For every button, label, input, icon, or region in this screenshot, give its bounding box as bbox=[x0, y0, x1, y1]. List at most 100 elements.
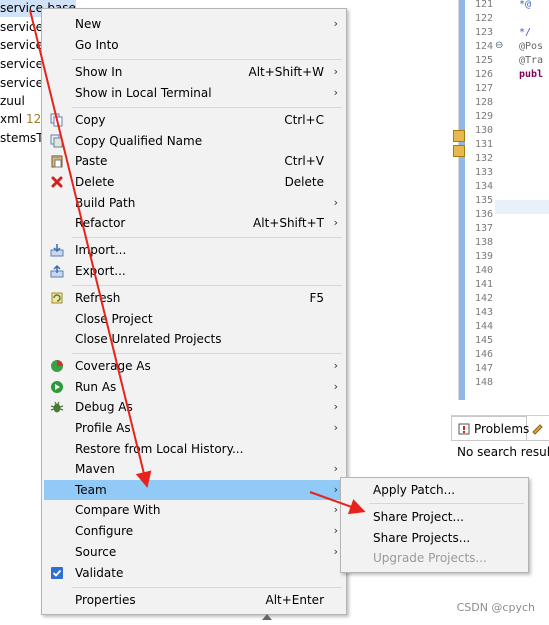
line-number: 145 bbox=[474, 335, 493, 346]
fold-collapse-icon[interactable]: ⊖ bbox=[495, 40, 503, 51]
submenu-arrow-icon: › bbox=[333, 400, 338, 413]
submenu-arrow-icon: › bbox=[333, 524, 338, 537]
menu-item-label: Compare With bbox=[75, 503, 161, 517]
line-number: 144 bbox=[474, 321, 493, 332]
menu-item-import[interactable]: Import... bbox=[44, 240, 344, 260]
context-menu: New › Go Into Show In Alt+Shift+W › Show… bbox=[41, 8, 347, 615]
submenu-arrow-icon: › bbox=[333, 65, 338, 78]
menu-item-label: Source bbox=[75, 545, 117, 559]
tree-item-zuul[interactable]: zuul bbox=[0, 92, 25, 110]
line-number: 131 bbox=[474, 139, 493, 150]
menu-item-show-in[interactable]: Show In Alt+Shift+W › bbox=[44, 62, 344, 82]
menu-item-export[interactable]: Export... bbox=[44, 261, 344, 281]
menu-item-configure[interactable]: Configure › bbox=[44, 521, 344, 541]
menu-item-label: Coverage As bbox=[75, 359, 151, 373]
menu-scroll-down-icon[interactable] bbox=[262, 614, 272, 620]
menu-separator bbox=[72, 587, 342, 588]
menu-item-coverage-as[interactable]: Coverage As › bbox=[44, 356, 344, 376]
menu-item-build-path[interactable]: Build Path › bbox=[44, 193, 344, 213]
delete-red-x-icon bbox=[50, 175, 64, 189]
menu-item-new[interactable]: New › bbox=[44, 14, 344, 34]
menu-item-debug-as[interactable]: Debug As › bbox=[44, 397, 344, 417]
line-number: 134 bbox=[474, 181, 493, 192]
menu-item-close-unrelated-projects[interactable]: Close Unrelated Projects bbox=[44, 329, 344, 349]
submenu-arrow-icon: › bbox=[333, 196, 338, 209]
code-line-125: publ bbox=[519, 69, 544, 80]
menu-separator bbox=[72, 237, 342, 238]
menu-item-label: Export... bbox=[75, 264, 126, 278]
submenu-arrow-icon: › bbox=[333, 545, 338, 558]
line-number: 135 bbox=[474, 195, 493, 206]
line-number: 123 bbox=[474, 27, 493, 38]
code-editor[interactable]: 121 122 123 124 125 126 127 128 129 130 131 132 133 1… bbox=[453, 0, 549, 400]
menu-item-label: Profile As bbox=[75, 421, 131, 435]
menu-item-label: Build Path bbox=[75, 196, 136, 210]
menu-item-label: Show In bbox=[75, 65, 123, 79]
current-line-highlight bbox=[495, 200, 549, 214]
menu-item-label: Configure bbox=[75, 524, 134, 538]
menu-item-label: Close Unrelated Projects bbox=[75, 332, 222, 346]
menu-item-validate[interactable]: Validate bbox=[44, 563, 344, 583]
menu-item-label: Debug As bbox=[75, 400, 133, 414]
menu-item-copy-qualified-name[interactable]: Copy Qualified Name bbox=[44, 131, 344, 151]
submenu-arrow-icon: › bbox=[333, 421, 338, 434]
debug-bug-icon bbox=[50, 400, 64, 414]
watermark: CSDN @cpych bbox=[456, 601, 535, 614]
menu-item-compare-with[interactable]: Compare With › bbox=[44, 500, 344, 520]
menu-item-shortcut: Alt+Enter bbox=[265, 593, 324, 607]
menu-item-properties[interactable]: Properties Alt+Enter bbox=[44, 590, 344, 610]
tree-item-label: zuul bbox=[0, 94, 25, 108]
panel-view-menu-icon[interactable] bbox=[531, 421, 545, 435]
paste-icon bbox=[50, 154, 64, 168]
menu-item-shortcut: Alt+Shift+T bbox=[253, 216, 324, 230]
menu-item-paste[interactable]: Paste Ctrl+V bbox=[44, 151, 344, 171]
menu-item-restore-from-local-history[interactable]: Restore from Local History... bbox=[44, 439, 344, 459]
menu-item-refactor[interactable]: Refactor Alt+Shift+T › bbox=[44, 213, 344, 233]
menu-item-label: Copy bbox=[75, 113, 106, 127]
line-number: 143 bbox=[474, 307, 493, 318]
menu-item-maven[interactable]: Maven › bbox=[44, 459, 344, 479]
menu-item-copy[interactable]: Copy Ctrl+C bbox=[44, 110, 344, 130]
menu-item-label: Refresh bbox=[75, 291, 121, 305]
menu-item-source[interactable]: Source › bbox=[44, 542, 344, 562]
menu-item-label: Maven bbox=[75, 462, 115, 476]
submenu-item-apply-patch[interactable]: Apply Patch... bbox=[343, 480, 526, 500]
submenu-item-label: Share Project... bbox=[373, 510, 464, 524]
code-line-122: */ bbox=[519, 27, 532, 38]
submenu-item-share-project[interactable]: Share Project... bbox=[343, 507, 526, 527]
line-number: 129 bbox=[474, 111, 493, 122]
line-number: 132 bbox=[474, 153, 493, 164]
team-submenu: Apply Patch... Share Project... Share Pr… bbox=[340, 477, 529, 573]
menu-separator bbox=[72, 59, 342, 60]
line-number: 133 bbox=[474, 167, 493, 178]
menu-item-shortcut: Delete bbox=[284, 175, 324, 189]
menu-item-label: Team bbox=[75, 483, 107, 497]
menu-item-label: Delete bbox=[75, 175, 115, 189]
menu-item-shortcut: Alt+Shift+W bbox=[248, 65, 325, 79]
line-number: 127 bbox=[474, 83, 493, 94]
submenu-item-share-projects[interactable]: Share Projects... bbox=[343, 528, 526, 548]
menu-item-close-project[interactable]: Close Project bbox=[44, 309, 344, 329]
menu-item-run-as[interactable]: Run As › bbox=[44, 377, 344, 397]
menu-item-label: Properties bbox=[75, 593, 136, 607]
menu-item-show-in-local-terminal[interactable]: Show in Local Terminal › bbox=[44, 83, 344, 103]
menu-item-delete[interactable]: Delete Delete bbox=[44, 172, 344, 192]
menu-item-refresh[interactable]: Refresh F5 bbox=[44, 288, 344, 308]
menu-item-shortcut: Ctrl+V bbox=[284, 154, 324, 168]
submenu-arrow-icon: › bbox=[333, 503, 338, 516]
warning-marker-icon bbox=[453, 145, 465, 157]
line-number: 130 bbox=[474, 125, 493, 136]
submenu-arrow-icon: › bbox=[333, 17, 338, 30]
submenu-item-label: Apply Patch... bbox=[373, 483, 456, 497]
code-line-124: @Tra bbox=[519, 55, 544, 66]
code-line-123: @Pos bbox=[519, 41, 544, 52]
checkbox-checked-icon bbox=[50, 566, 64, 580]
menu-item-label: Restore from Local History... bbox=[75, 442, 244, 456]
tab-problems[interactable]: Problems bbox=[451, 416, 529, 440]
menu-item-go-into[interactable]: Go Into bbox=[44, 35, 344, 55]
menu-separator bbox=[72, 107, 342, 108]
submenu-arrow-icon: › bbox=[333, 483, 338, 496]
submenu-arrow-icon: › bbox=[333, 86, 338, 99]
menu-item-profile-as[interactable]: Profile As › bbox=[44, 418, 344, 438]
menu-item-team[interactable]: Team › bbox=[44, 480, 344, 500]
